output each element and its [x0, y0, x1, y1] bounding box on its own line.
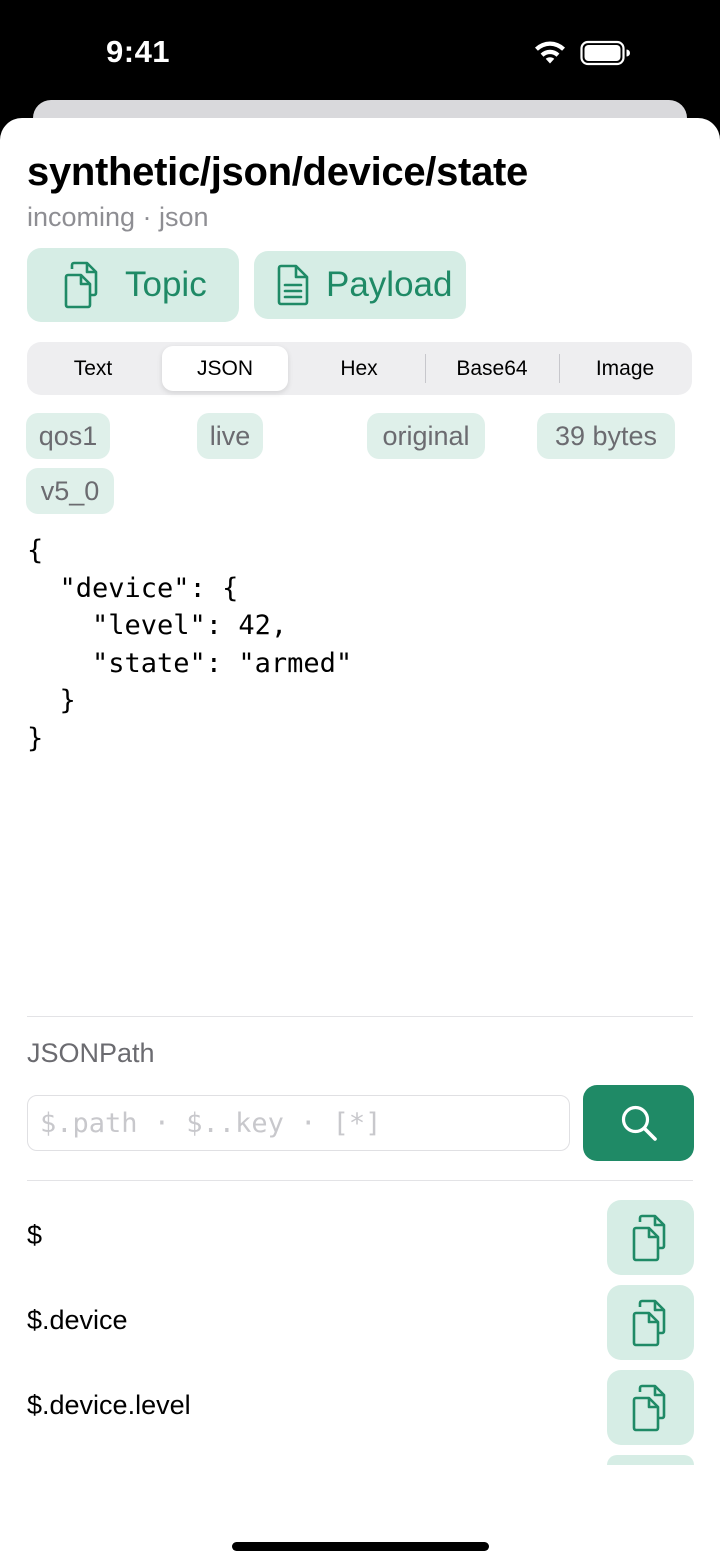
- path-label: $.device.level: [27, 1390, 191, 1420]
- protocol-version-chip: v5_0: [26, 468, 114, 514]
- jsonpath-search-button[interactable]: [583, 1085, 694, 1161]
- copy-path-button[interactable]: [607, 1285, 694, 1360]
- copy-path-button[interactable]: [607, 1455, 694, 1465]
- qos-chip: qos1: [26, 413, 110, 459]
- copy-icon: [632, 1384, 665, 1431]
- segment-divider: [559, 354, 560, 383]
- topic-title: synthetic/json/device/state: [27, 150, 528, 194]
- copy-path-button[interactable]: [607, 1200, 694, 1275]
- segment-divider: [425, 354, 426, 383]
- tab-text[interactable]: Text: [31, 346, 155, 391]
- size-chip: 39 bytes: [537, 413, 675, 459]
- copy-icon: [64, 261, 98, 309]
- copy-topic-button[interactable]: Topic: [27, 248, 239, 322]
- divider: [27, 1016, 693, 1017]
- payload-json-view: { "device": { "level": 42, "state": "arm…: [27, 535, 353, 754]
- status-time: 9:41: [106, 34, 171, 69]
- document-icon: [277, 264, 309, 306]
- copy-payload-button[interactable]: Payload: [254, 251, 466, 319]
- wifi-icon: [535, 41, 565, 64]
- tab-json[interactable]: JSON: [162, 346, 288, 391]
- jsonpath-label: JSONPath: [27, 1038, 155, 1068]
- tab-hex[interactable]: Hex: [295, 346, 423, 391]
- path-row: $: [27, 1200, 694, 1276]
- battery-icon: [580, 40, 630, 66]
- message-detail-sheet: synthetic/json/device/state incoming · j…: [0, 118, 720, 1564]
- jsonpath-input[interactable]: [27, 1095, 570, 1151]
- message-subtitle: incoming · json: [27, 202, 209, 232]
- copy-icon: [632, 1214, 665, 1261]
- status-bar: 9:41: [0, 0, 720, 104]
- search-icon: [621, 1105, 657, 1141]
- tab-image[interactable]: Image: [561, 346, 689, 391]
- copy-path-button[interactable]: [607, 1370, 694, 1445]
- divider: [27, 1180, 693, 1181]
- format-segmented-control: Text JSON Hex Base64 Image: [27, 342, 692, 395]
- path-label: $: [27, 1220, 43, 1250]
- tab-base64[interactable]: Base64: [427, 346, 557, 391]
- live-chip: live: [197, 413, 263, 459]
- copy-payload-label: Payload: [326, 265, 453, 304]
- path-row: $.device.level: [27, 1370, 694, 1446]
- path-row: $.device: [27, 1285, 694, 1361]
- copy-icon: [632, 1299, 665, 1346]
- path-label: $.device: [27, 1305, 128, 1335]
- copy-topic-label: Topic: [125, 265, 207, 304]
- original-chip: original: [367, 413, 485, 459]
- home-indicator: [232, 1542, 489, 1551]
